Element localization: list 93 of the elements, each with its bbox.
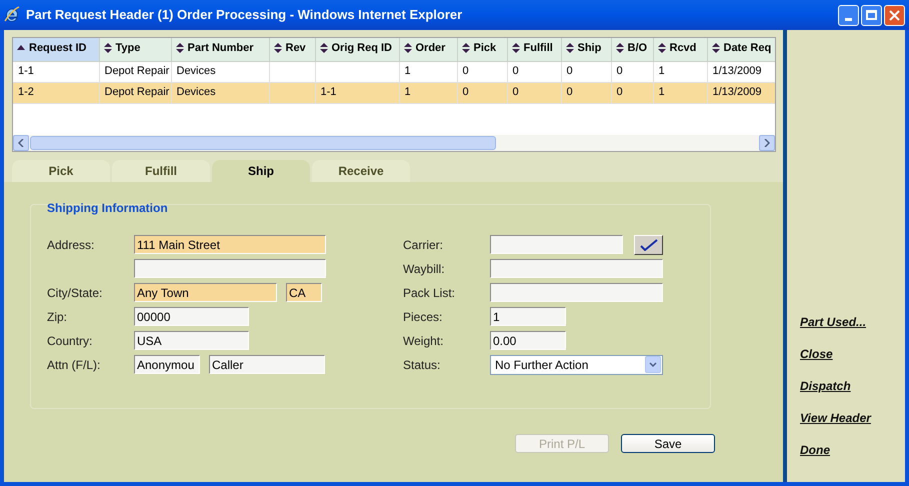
- table-cell: 0: [462, 65, 469, 78]
- table-cell: 1/13/2009: [712, 86, 762, 98]
- input-field[interactable]: 00000: [134, 307, 249, 326]
- sort-icon: [512, 43, 520, 54]
- sort-icon: [712, 43, 720, 54]
- table-cell: 1/13/2009: [712, 65, 762, 78]
- input-field[interactable]: Any Town: [134, 283, 277, 302]
- sort-icon: [462, 43, 470, 54]
- column-header[interactable]: Orig Req ID: [320, 40, 392, 56]
- column-header[interactable]: Rcvd: [658, 40, 696, 56]
- section-title: Shipping Information: [47, 200, 168, 217]
- column-header[interactable]: B/O: [616, 40, 648, 56]
- scroll-right-button[interactable]: [759, 135, 775, 151]
- table-cell: 1-1: [320, 86, 336, 98]
- table-cell: 0: [616, 65, 623, 78]
- tab[interactable]: Fulfill: [112, 160, 210, 182]
- checkmark-icon: [640, 238, 658, 250]
- input-field[interactable]: Caller: [209, 355, 325, 374]
- column-header[interactable]: Ship: [566, 40, 602, 56]
- table-cell: 1-1: [18, 65, 34, 78]
- table-cell: Depot Repair: [104, 65, 170, 78]
- side-link[interactable]: Done: [800, 442, 830, 459]
- sort-icon: [566, 43, 574, 54]
- sort-icon: [658, 43, 666, 54]
- field-label: City/State:: [47, 286, 102, 300]
- tab[interactable]: Receive: [312, 160, 410, 182]
- horizontal-scrollbar[interactable]: [13, 135, 775, 151]
- browser-icon: [4, 6, 20, 24]
- close-button[interactable]: [884, 4, 905, 26]
- field-label: Waybill:: [403, 262, 445, 276]
- field-label: Attn (F/L):: [47, 358, 100, 372]
- field-label: Zip:: [47, 310, 68, 324]
- input-field[interactable]: CA: [286, 283, 322, 302]
- side-link[interactable]: Close: [800, 346, 833, 363]
- tab[interactable]: Ship: [212, 160, 310, 182]
- sort-icon: [320, 43, 328, 54]
- table-cell: Devices: [176, 86, 216, 98]
- lookup-button[interactable]: [634, 234, 663, 254]
- input-field[interactable]: [490, 235, 623, 254]
- table-cell: Devices: [176, 65, 216, 78]
- table-cell: 1-2: [18, 86, 34, 98]
- grid-row[interactable]: 1-2 Depot Repair Devices 1-1 1 0 0 0 0 1 1/13/2009: [13, 82, 775, 103]
- column-header[interactable]: Date Req: [712, 40, 772, 56]
- table-cell: Depot Repair: [104, 86, 170, 98]
- table-cell: 1: [404, 86, 411, 98]
- status-dropdown[interactable]: No Further Action: [490, 354, 663, 374]
- grid-row[interactable]: 1-1 Depot Repair Devices 1 0 0 0 0 1 1/13/2009: [13, 61, 775, 82]
- side-link[interactable]: Part Used...: [800, 314, 866, 331]
- input-field[interactable]: [134, 259, 326, 278]
- input-field[interactable]: 1: [490, 307, 566, 326]
- table-cell: 0: [512, 86, 519, 98]
- sort-icon: [274, 43, 282, 54]
- maximize-button[interactable]: [861, 4, 882, 26]
- window-title: Part Request Header (1) Order Processing - Windows Internet Explorer: [26, 6, 464, 24]
- table-cell: 1: [404, 65, 411, 78]
- column-header[interactable]: Pick: [462, 40, 496, 56]
- column-header[interactable]: Type: [104, 40, 140, 56]
- table-cell: 0: [512, 65, 519, 78]
- sort-icon: [176, 43, 184, 54]
- column-header[interactable]: Rev: [274, 40, 306, 56]
- field-label: Pieces:: [403, 310, 442, 324]
- table-cell: 0: [616, 86, 623, 98]
- field-label: Carrier:: [403, 238, 444, 252]
- input-field[interactable]: [490, 259, 663, 278]
- scrollbar-thumb[interactable]: [30, 136, 496, 150]
- input-field[interactable]: 0.00: [490, 331, 566, 350]
- table-cell: 0: [566, 65, 573, 78]
- table-cell: 1: [658, 65, 665, 78]
- table-cell: 0: [566, 86, 573, 98]
- column-header[interactable]: Part Number: [176, 40, 254, 56]
- field-label: Status:: [403, 358, 440, 372]
- field-label: Weight:: [403, 334, 444, 348]
- field-label: Country:: [47, 334, 92, 348]
- side-link[interactable]: Dispatch: [800, 378, 851, 395]
- column-header[interactable]: Fulfill: [512, 40, 553, 56]
- column-header[interactable]: Order: [404, 40, 446, 56]
- field-label: Pack List:: [403, 286, 456, 300]
- field-label: Address:: [47, 238, 94, 252]
- sort-icon: [404, 43, 412, 54]
- sort-icon: [104, 43, 112, 54]
- input-field[interactable]: 111 Main Street: [134, 235, 326, 254]
- sort-icon: [616, 43, 624, 54]
- table-cell: 1: [658, 86, 665, 98]
- input-field[interactable]: USA: [134, 331, 249, 350]
- scroll-left-button[interactable]: [13, 135, 29, 151]
- side-link[interactable]: View Header: [800, 410, 871, 427]
- tab[interactable]: Pick: [12, 160, 110, 182]
- minimize-button[interactable]: [838, 4, 859, 26]
- input-field[interactable]: Anonymou: [134, 355, 200, 374]
- form-button[interactable]: Save: [621, 434, 715, 453]
- input-field[interactable]: [490, 283, 663, 302]
- close-icon: [889, 10, 900, 20]
- table-cell: 0: [462, 86, 469, 98]
